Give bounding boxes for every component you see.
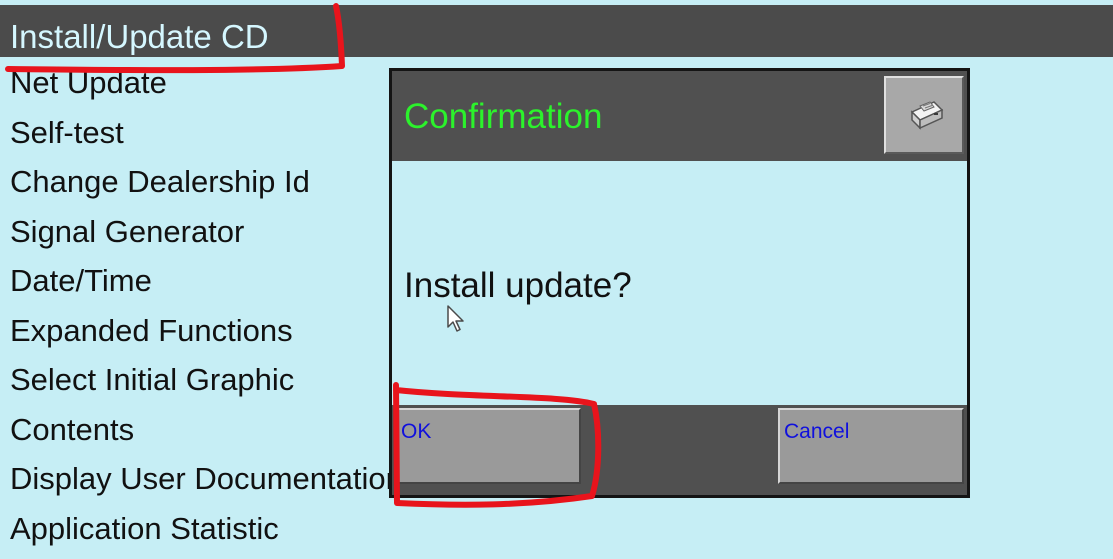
ok-button[interactable]: OK	[395, 408, 581, 484]
menu-item-application-statistic[interactable]: Application Statistic	[10, 509, 390, 559]
title-bar: Install/Update CD	[0, 5, 1113, 57]
dialog-title: Confirmation	[404, 97, 603, 136]
printer-icon	[910, 101, 944, 130]
dialog-message: Install update?	[404, 266, 632, 305]
menu-list: Net Update Self-test Change Dealership I…	[10, 63, 390, 558]
screen: Install/Update CD Net Update Self-test C…	[0, 0, 1113, 559]
mouse-pointer-icon	[447, 305, 464, 332]
menu-item-display-user-documentation[interactable]: Display User Documentation	[10, 459, 390, 509]
cancel-button[interactable]: Cancel	[778, 408, 964, 484]
menu-item-change-dealership-id[interactable]: Change Dealership Id	[10, 162, 390, 212]
menu-item-contents[interactable]: Contents	[10, 410, 390, 460]
confirmation-dialog: Confirmation Install update? OK Cancel	[389, 68, 970, 498]
dialog-header: Confirmation	[392, 71, 967, 161]
menu-item-select-initial-graphic[interactable]: Select Initial Graphic	[10, 360, 390, 410]
menu-item-net-update[interactable]: Net Update	[10, 63, 390, 113]
menu-item-date-time[interactable]: Date/Time	[10, 261, 390, 311]
menu-item-expanded-functions[interactable]: Expanded Functions	[10, 311, 390, 361]
window-title: Install/Update CD	[10, 18, 269, 55]
print-button[interactable]	[884, 76, 964, 154]
menu-item-self-test[interactable]: Self-test	[10, 113, 390, 163]
dialog-footer: OK Cancel	[392, 405, 967, 495]
menu-item-signal-generator[interactable]: Signal Generator	[10, 212, 390, 262]
